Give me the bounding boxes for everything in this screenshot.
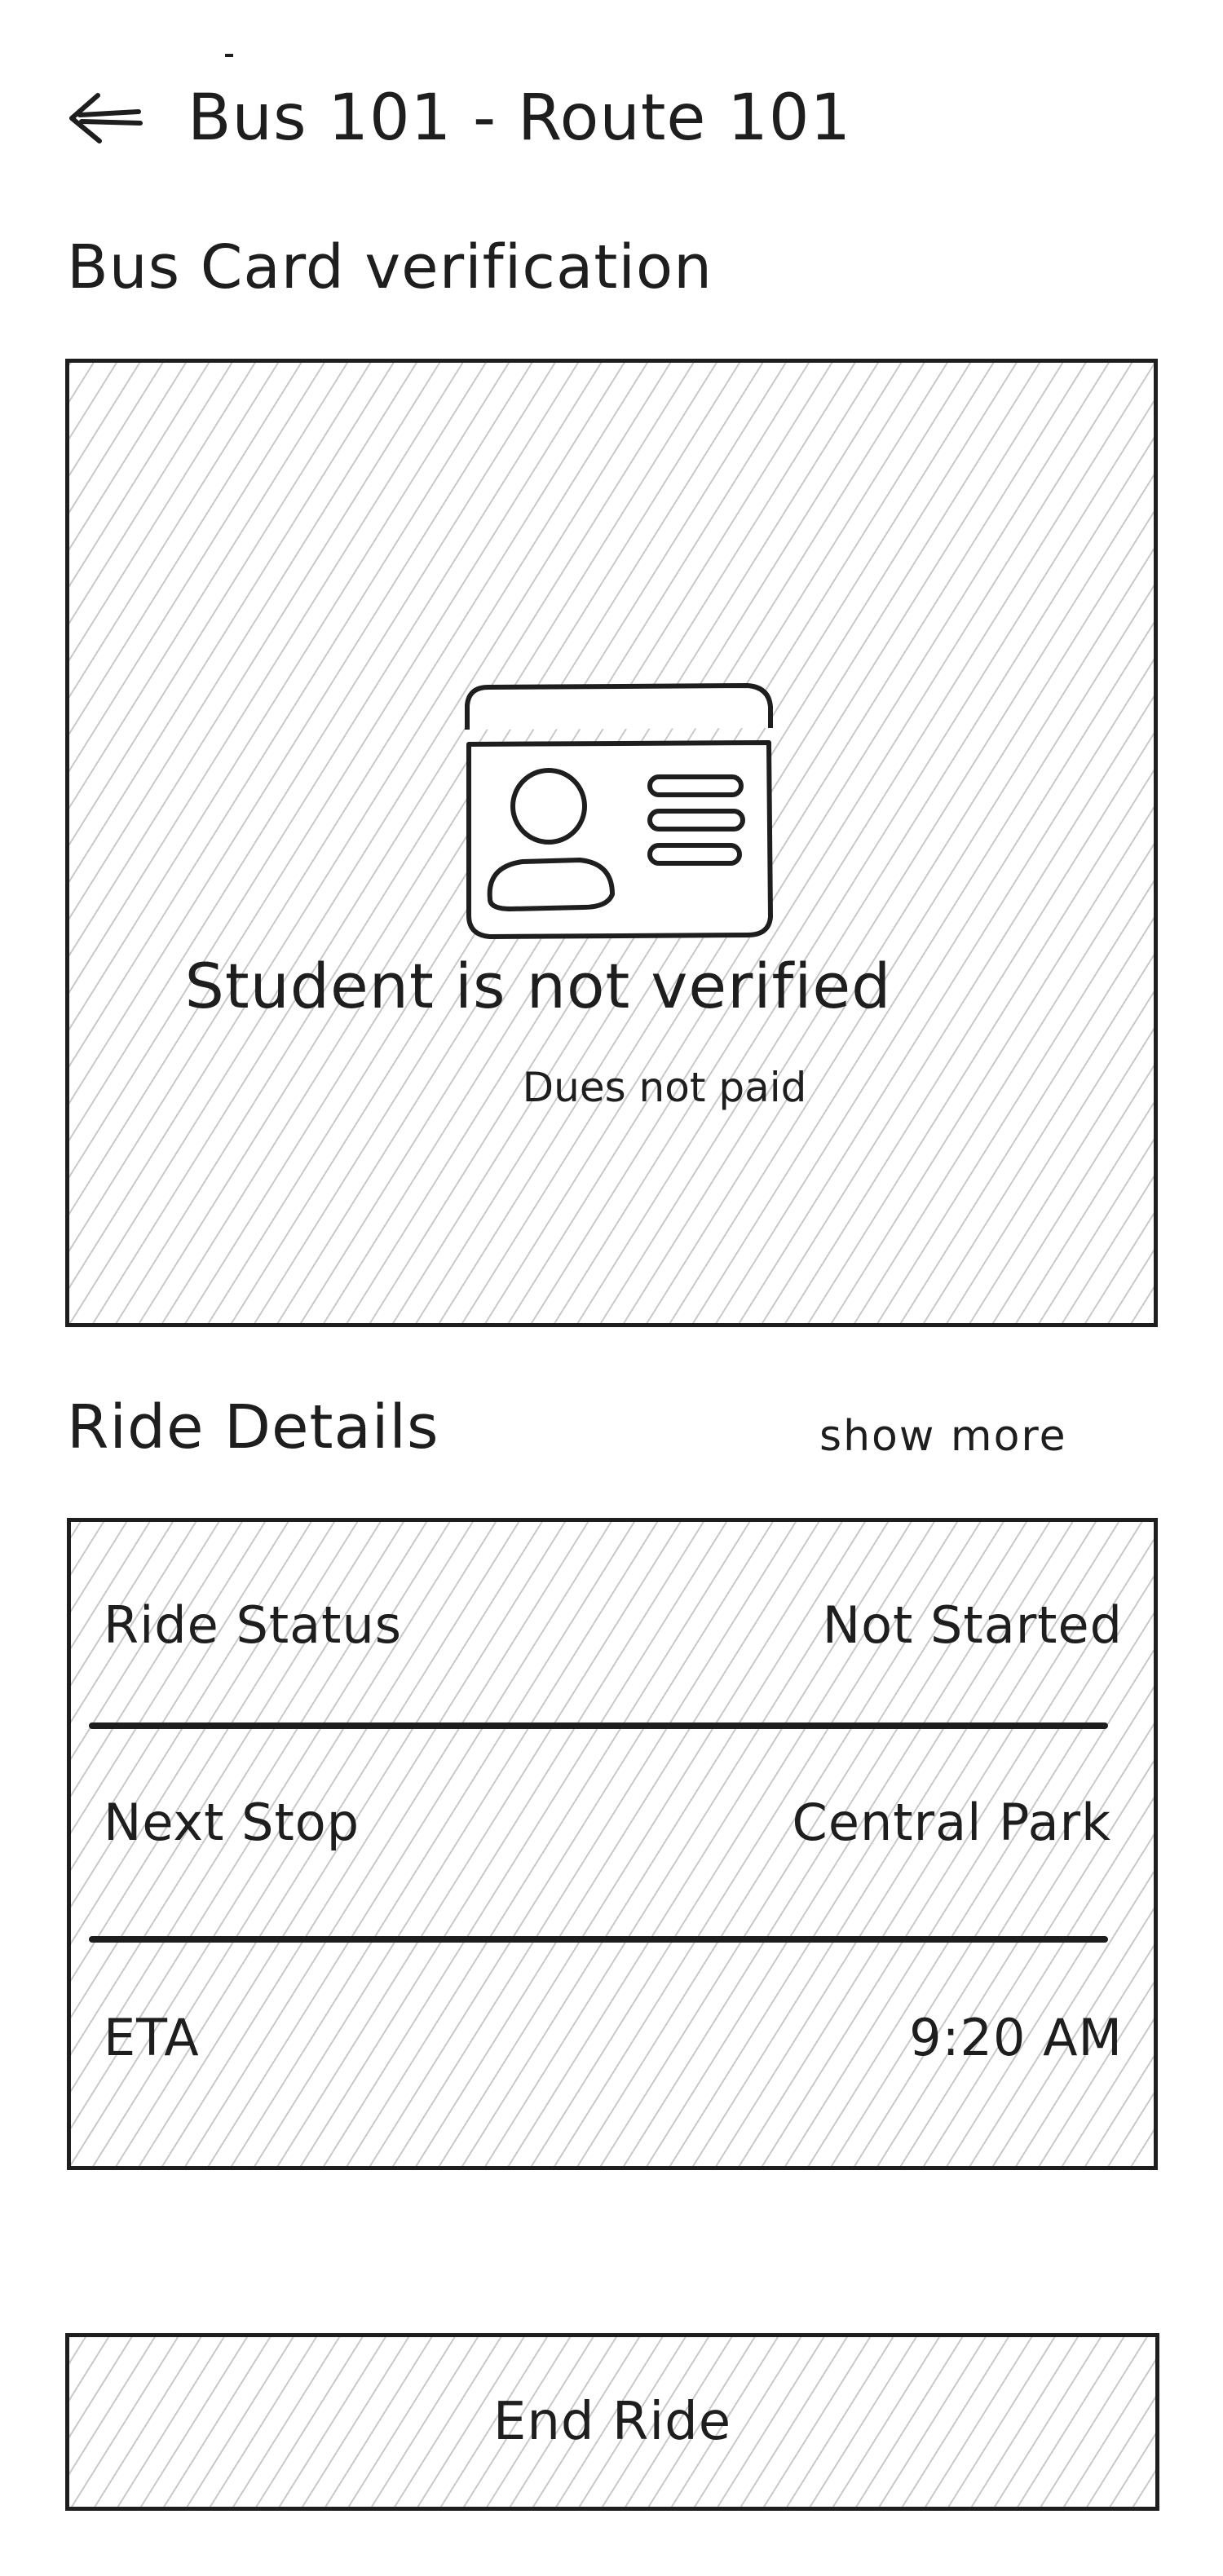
verification-reason: Dues not paid [522, 1064, 807, 1111]
detail-row-eta: ETA 9:20 AM [104, 2008, 1123, 2067]
top-mark [225, 54, 233, 57]
detail-label: Ride Status [104, 1595, 403, 1655]
id-card-icon [465, 683, 773, 939]
detail-row-ride-status: Ride Status Not Started [104, 1595, 1123, 1655]
detail-label: ETA [104, 2008, 200, 2067]
show-more-link[interactable]: show more [819, 1412, 1067, 1461]
detail-value: 9:20 AM [909, 2008, 1123, 2067]
ride-details-panel: Ride Status Not Started Next Stop Centra… [67, 1518, 1158, 2170]
detail-label: Next Stop [104, 1793, 360, 1852]
detail-value: Not Started [822, 1595, 1123, 1655]
verification-section-title: Bus Card verification [67, 232, 713, 302]
row-divider [89, 1722, 1108, 1729]
detail-value: Central Park [792, 1793, 1111, 1852]
verification-panel: Student is not verified Dues not paid [65, 359, 1158, 1327]
app-header: Bus 101 - Route 101 [65, 69, 1125, 167]
page-title: Bus 101 - Route 101 [188, 82, 852, 155]
detail-row-next-stop: Next Stop Central Park [104, 1793, 1123, 1852]
arrow-left-icon [69, 93, 143, 143]
end-ride-button[interactable]: End Ride [65, 2333, 1159, 2511]
row-divider [89, 1936, 1108, 1943]
back-button[interactable] [65, 73, 155, 163]
verification-status: Student is not verified [184, 950, 892, 1022]
ride-details-section-title: Ride Details [67, 1392, 439, 1462]
